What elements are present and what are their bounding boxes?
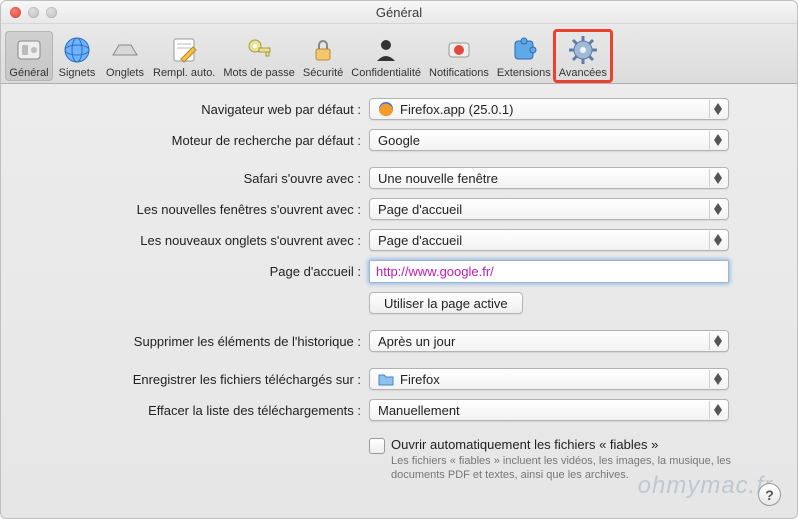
tab-label: Rempl. auto. — [153, 67, 215, 79]
lock-icon — [306, 33, 340, 67]
clear-downloads-popup[interactable]: Manuellement — [369, 399, 729, 421]
popup-value: Manuellement — [378, 403, 460, 418]
chevron-updown-icon — [709, 401, 726, 419]
popup-value: Une nouvelle fenêtre — [378, 171, 498, 186]
notification-icon — [442, 33, 476, 67]
tab-label: Confidentialité — [351, 67, 421, 79]
chevron-updown-icon — [709, 332, 726, 350]
download-location-label: Enregistrer les fichiers téléchargés sur… — [21, 372, 369, 387]
new-tabs-popup[interactable]: Page d'accueil — [369, 229, 729, 251]
safe-open-label: Ouvrir automatiquement les fichiers « fi… — [391, 437, 759, 452]
firefox-icon — [378, 101, 394, 117]
default-browser-label: Navigateur web par défaut : — [21, 102, 369, 117]
tab-label: Extensions — [497, 67, 551, 79]
minimize-icon[interactable] — [28, 7, 39, 18]
tab-general[interactable]: Général — [5, 31, 53, 81]
popup-value: Page d'accueil — [378, 233, 462, 248]
safe-open-checkbox[interactable] — [369, 438, 385, 454]
tab-privacy[interactable]: Confidentialité — [347, 31, 425, 81]
popup-value: Firefox.app (25.0.1) — [400, 102, 513, 117]
tab-label: Avancées — [559, 67, 607, 79]
safe-open-text: Ouvrir automatiquement les fichiers « fi… — [391, 437, 759, 483]
window-title: Général — [1, 5, 797, 20]
preferences-toolbar: Général Signets Onglets Rempl. auto. Mot — [1, 24, 797, 84]
question-icon: ? — [765, 487, 774, 503]
chevron-updown-icon — [709, 169, 726, 187]
tab-security[interactable]: Sécurité — [299, 31, 347, 81]
tab-extensions[interactable]: Extensions — [493, 31, 555, 81]
titlebar: Général — [1, 1, 797, 24]
globe-icon — [60, 33, 94, 67]
clear-downloads-label: Effacer la liste des téléchargements : — [21, 403, 369, 418]
popup-value: Firefox — [400, 372, 440, 387]
preferences-window: Général Général Signets Onglets Rem — [0, 0, 798, 519]
popup-value: Page d'accueil — [378, 202, 462, 217]
new-windows-popup[interactable]: Page d'accueil — [369, 198, 729, 220]
new-tabs-label: Les nouveaux onglets s'ouvrent avec : — [21, 233, 369, 248]
tab-passwords[interactable]: Mots de passe — [219, 31, 299, 81]
chevron-updown-icon — [709, 231, 726, 249]
gear-icon — [566, 33, 600, 67]
safe-open-description: Les fichiers « fiables » incluent les vi… — [391, 454, 759, 483]
key-icon — [242, 33, 276, 67]
pencil-form-icon — [167, 33, 201, 67]
new-windows-label: Les nouvelles fenêtres s'ouvrent avec : — [21, 202, 369, 217]
switch-icon — [12, 33, 46, 67]
folder-icon — [378, 372, 394, 386]
default-browser-popup[interactable]: Firefox.app (25.0.1) — [369, 98, 729, 120]
popup-value: Après un jour — [378, 334, 455, 349]
tab-label: Mots de passe — [223, 67, 295, 79]
tab-label: Onglets — [106, 67, 144, 79]
person-icon — [369, 33, 403, 67]
tab-bookmarks[interactable]: Signets — [53, 31, 101, 81]
use-current-page-button[interactable]: Utiliser la page active — [369, 292, 523, 314]
default-search-label: Moteur de recherche par défaut : — [21, 133, 369, 148]
chevron-updown-icon — [709, 370, 726, 388]
tab-notifications[interactable]: Notifications — [425, 31, 493, 81]
general-pane: Navigateur web par défaut : Firefox.app … — [1, 84, 797, 493]
download-location-popup[interactable]: Firefox — [369, 368, 729, 390]
tab-label: Sécurité — [303, 67, 343, 79]
chevron-updown-icon — [709, 100, 726, 118]
popup-value: Google — [378, 133, 420, 148]
chevron-updown-icon — [709, 200, 726, 218]
tab-icon — [108, 33, 142, 67]
tab-label: Signets — [59, 67, 96, 79]
tab-label: Général — [9, 67, 48, 79]
chevron-updown-icon — [709, 131, 726, 149]
tab-autofill[interactable]: Rempl. auto. — [149, 31, 219, 81]
tab-label: Notifications — [429, 67, 489, 79]
homepage-field[interactable] — [369, 260, 729, 283]
help-button[interactable]: ? — [758, 483, 781, 506]
remove-history-popup[interactable]: Après un jour — [369, 330, 729, 352]
window-controls — [10, 7, 57, 18]
opens-with-label: Safari s'ouvre avec : — [21, 171, 369, 186]
opens-with-popup[interactable]: Une nouvelle fenêtre — [369, 167, 729, 189]
remove-history-label: Supprimer les éléments de l'historique : — [21, 334, 369, 349]
default-search-popup[interactable]: Google — [369, 129, 729, 151]
close-icon[interactable] — [10, 7, 21, 18]
zoom-icon[interactable] — [46, 7, 57, 18]
homepage-label: Page d'accueil : — [21, 264, 369, 279]
puzzle-icon — [507, 33, 541, 67]
tab-tabs[interactable]: Onglets — [101, 31, 149, 81]
tab-advanced[interactable]: Avancées — [555, 31, 611, 81]
